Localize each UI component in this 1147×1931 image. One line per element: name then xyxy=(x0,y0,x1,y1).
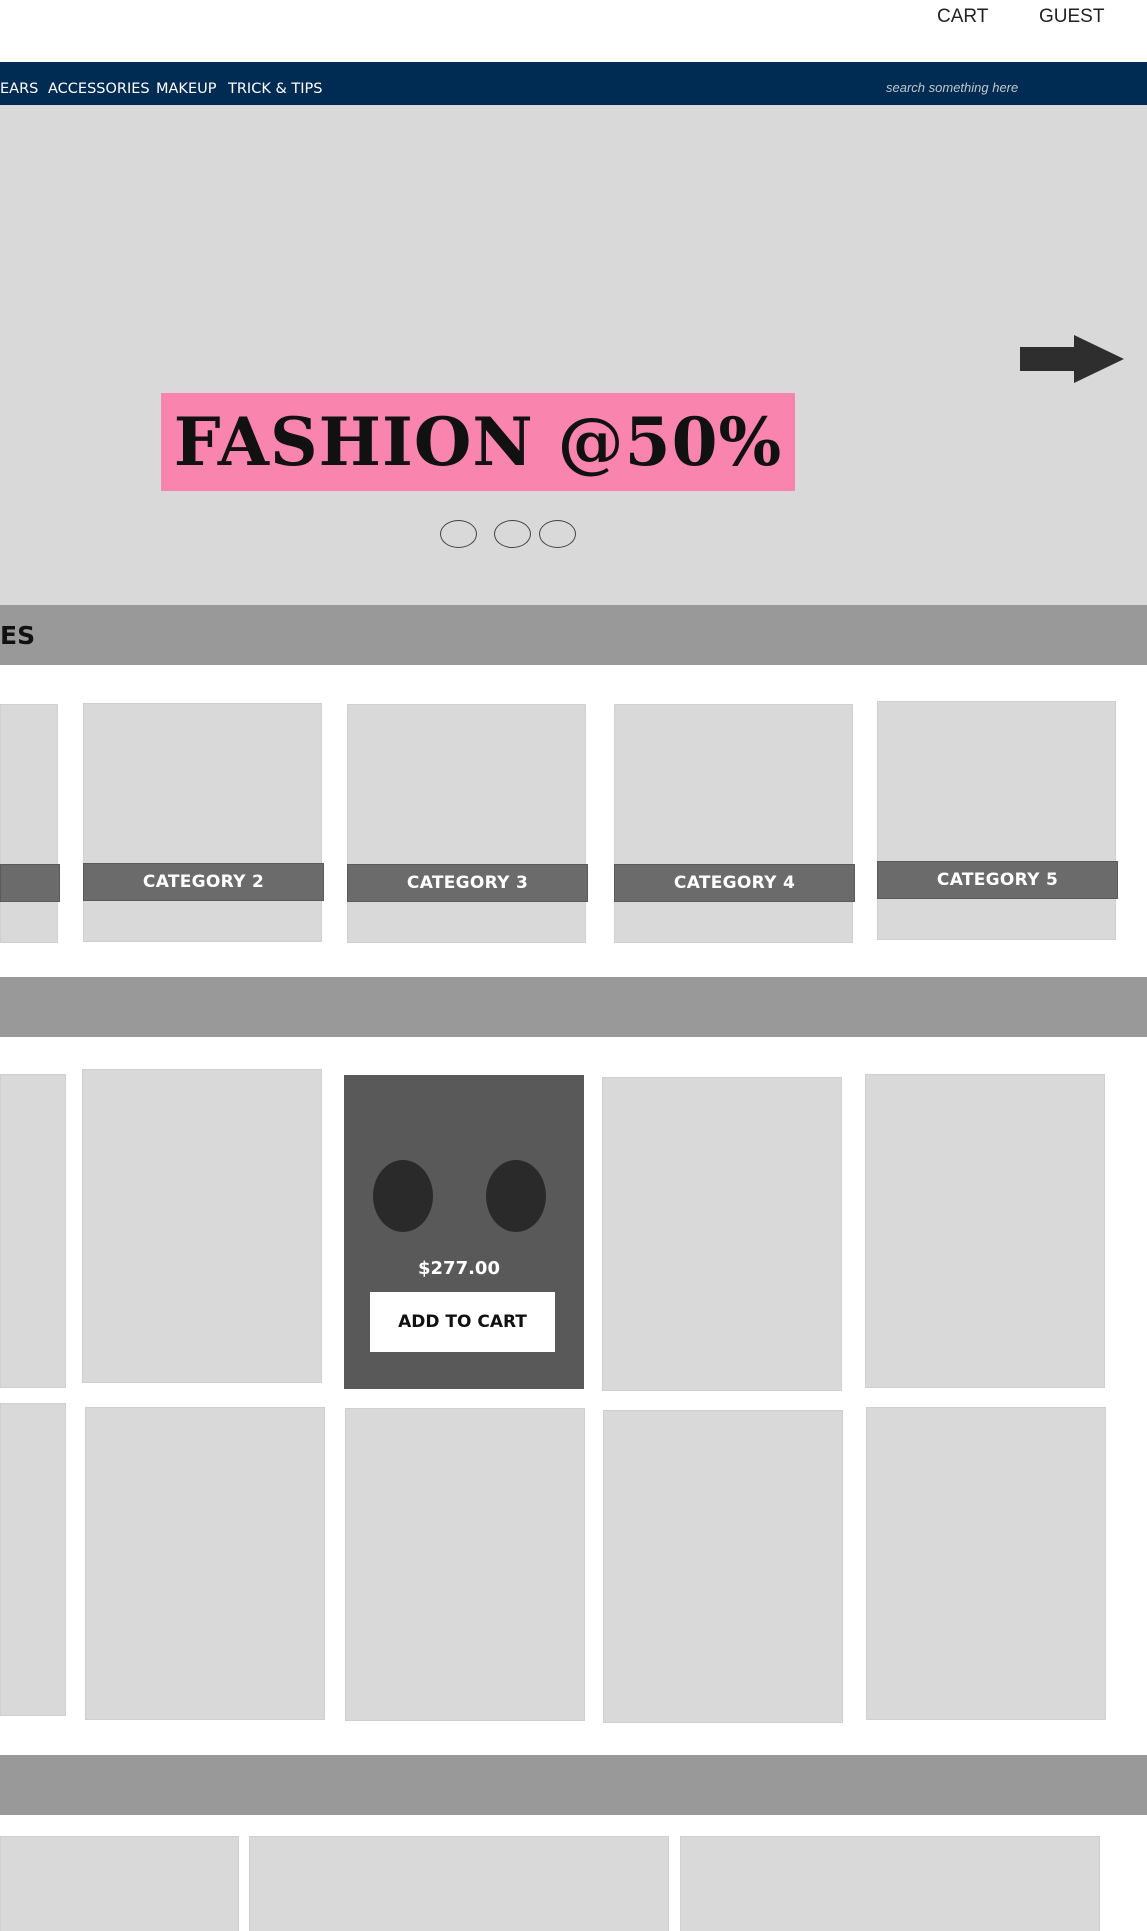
product-card[interactable] xyxy=(865,1074,1105,1388)
slider-dot-3[interactable] xyxy=(539,520,576,548)
category-label-2: CATEGORY 2 xyxy=(83,863,324,901)
categories-section-title: ES xyxy=(0,621,36,650)
eye-icon xyxy=(486,1160,546,1232)
search-input[interactable]: search something here xyxy=(886,80,1018,95)
promo-tile[interactable] xyxy=(249,1836,669,1931)
category-tile-1[interactable] xyxy=(0,704,58,943)
product-card[interactable] xyxy=(602,1077,842,1391)
category-tile-2[interactable] xyxy=(83,703,322,942)
product-card[interactable] xyxy=(82,1069,322,1383)
categories-section-bar xyxy=(0,605,1147,665)
category-label-4: CATEGORY 4 xyxy=(614,864,855,902)
cart-link[interactable]: CART xyxy=(937,6,988,28)
product-card[interactable] xyxy=(345,1408,585,1721)
category-tile-5[interactable] xyxy=(877,701,1116,940)
category-tile-4[interactable] xyxy=(614,704,853,943)
eye-icon xyxy=(373,1160,433,1232)
category-label-3: CATEGORY 3 xyxy=(347,864,588,902)
slider-dot-1[interactable] xyxy=(440,520,477,548)
promo-tile[interactable] xyxy=(680,1836,1100,1931)
guest-link[interactable]: GUEST xyxy=(1039,6,1104,28)
category-tile-3[interactable] xyxy=(347,704,586,943)
nav-item-accessories[interactable]: ACCESSORIES xyxy=(48,81,150,97)
product-card[interactable] xyxy=(0,1403,66,1716)
promo-tile[interactable] xyxy=(0,1836,239,1931)
slider-dot-2[interactable] xyxy=(494,520,531,548)
promo-text: FASHION @50% xyxy=(173,403,783,481)
promo-banner[interactable]: FASHION @50% xyxy=(161,393,795,491)
product-card[interactable] xyxy=(0,1074,66,1388)
nav-item-makeup[interactable]: MAKEUP xyxy=(156,81,216,97)
products-section-bar xyxy=(0,977,1147,1037)
product-card[interactable] xyxy=(866,1407,1106,1720)
nav-item-ears[interactable]: EARS xyxy=(0,81,38,97)
add-to-cart-button[interactable]: ADD TO CART xyxy=(370,1292,555,1352)
category-label-1 xyxy=(0,864,60,902)
product-price: $277.00 xyxy=(418,1258,500,1279)
bottom-section-bar xyxy=(0,1755,1147,1815)
product-card[interactable] xyxy=(603,1410,843,1723)
nav-item-trick-tips[interactable]: TRICK & TIPS xyxy=(228,81,322,97)
arrow-right-icon[interactable] xyxy=(1018,333,1126,385)
category-label-5: CATEGORY 5 xyxy=(877,861,1118,899)
product-card[interactable] xyxy=(85,1407,325,1720)
